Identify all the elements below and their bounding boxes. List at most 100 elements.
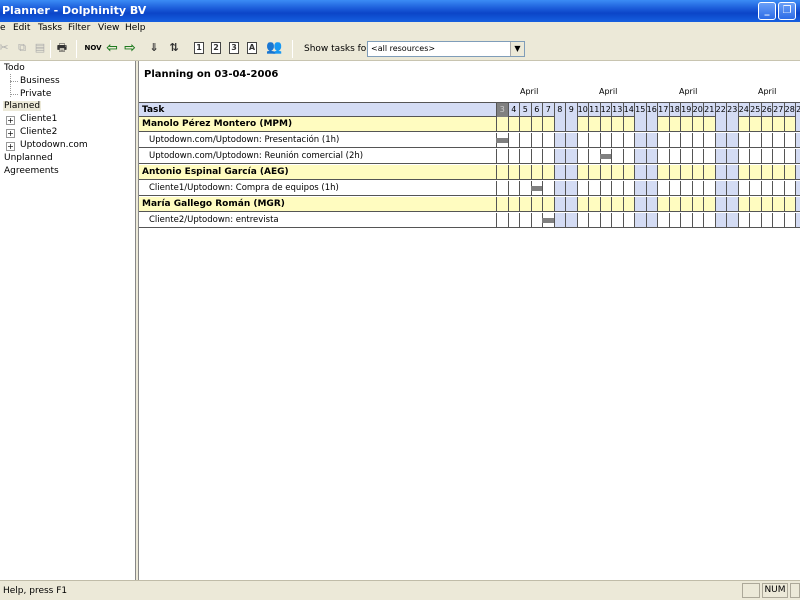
day-cell[interactable] (772, 133, 784, 147)
resource-select[interactable]: <all resources> ▼ (367, 41, 525, 57)
day-cell[interactable] (553, 149, 565, 163)
day-cell[interactable] (530, 213, 543, 227)
day-cell[interactable] (634, 117, 646, 131)
day-cell[interactable] (680, 197, 692, 211)
day-cell[interactable] (668, 181, 681, 195)
day-cell[interactable] (691, 181, 704, 195)
day-cell[interactable] (726, 181, 738, 195)
day-cell[interactable] (714, 197, 726, 211)
day-cell[interactable] (496, 197, 508, 211)
new-button[interactable]: NOV (84, 40, 102, 56)
day-cell[interactable] (611, 213, 623, 227)
day-cell[interactable] (783, 149, 796, 163)
day-cell[interactable] (634, 133, 646, 147)
task-bar[interactable] (496, 138, 508, 143)
day-cell[interactable] (691, 197, 704, 211)
day-cell[interactable] (542, 133, 554, 147)
day-cell[interactable] (611, 181, 623, 195)
day-cell[interactable] (772, 181, 784, 195)
day-cell[interactable] (565, 165, 577, 179)
day-cell[interactable] (611, 149, 623, 163)
day-cell[interactable] (795, 197, 800, 211)
day-cell[interactable] (576, 197, 589, 211)
day-cell[interactable] (749, 133, 761, 147)
day-cell[interactable] (542, 181, 554, 195)
day-cell[interactable] (703, 197, 715, 211)
day-cell[interactable] (634, 165, 646, 179)
day-cell[interactable] (588, 213, 600, 227)
task-bar[interactable] (599, 154, 611, 159)
day-cell[interactable] (737, 181, 750, 195)
tree-item-todo[interactable]: Todo (4, 63, 25, 73)
day-cell[interactable] (530, 117, 543, 131)
day-cell[interactable] (634, 213, 646, 227)
day-cell[interactable] (622, 165, 635, 179)
day-cell[interactable] (553, 133, 565, 147)
day-cell[interactable] (795, 165, 800, 179)
day-cell[interactable] (737, 133, 750, 147)
day-cell[interactable] (553, 213, 565, 227)
day-cell[interactable] (760, 181, 773, 195)
chevron-down-icon[interactable]: ▼ (510, 42, 524, 56)
day-cell[interactable] (542, 149, 554, 163)
resource-row[interactable]: Manolo Pérez Montero (MPM) (139, 117, 800, 132)
day-cell[interactable] (772, 117, 784, 131)
day-cell[interactable] (530, 149, 543, 163)
day-cell[interactable] (507, 165, 520, 179)
day-cell[interactable] (680, 133, 692, 147)
day-cell[interactable] (542, 117, 554, 131)
day-cell[interactable] (749, 149, 761, 163)
day-cell[interactable] (703, 149, 715, 163)
day-cell[interactable] (634, 149, 646, 163)
arrow-right-icon[interactable]: ⇨ (122, 40, 138, 56)
people-icon[interactable]: 👥 (266, 40, 282, 56)
day-cell[interactable] (668, 133, 681, 147)
day-cell[interactable] (599, 165, 612, 179)
day-cell[interactable] (530, 133, 543, 147)
day-cell[interactable] (668, 213, 681, 227)
day-cell[interactable] (680, 149, 692, 163)
day-cell[interactable] (657, 197, 669, 211)
sort-updown-icon[interactable]: ⇅ (166, 40, 182, 56)
day-cell[interactable] (519, 181, 531, 195)
day-cell[interactable] (726, 197, 738, 211)
day-cell[interactable] (565, 181, 577, 195)
day-cell[interactable] (507, 213, 520, 227)
expand-icon[interactable]: + (6, 142, 15, 151)
day-cell[interactable] (680, 165, 692, 179)
expand-icon[interactable]: + (6, 116, 15, 125)
day-cell[interactable] (691, 213, 704, 227)
day-cell[interactable] (714, 165, 726, 179)
day-cell[interactable] (553, 197, 565, 211)
day-cell[interactable] (726, 149, 738, 163)
day-cell[interactable] (645, 197, 657, 211)
day-cell[interactable] (553, 117, 565, 131)
day-cell[interactable] (703, 181, 715, 195)
day-cell[interactable] (519, 213, 531, 227)
day-cell[interactable] (703, 117, 715, 131)
menu-help[interactable]: Help (125, 23, 146, 33)
day-cell[interactable] (599, 213, 612, 227)
day-cell[interactable] (772, 149, 784, 163)
maximize-button[interactable]: ❐ (778, 2, 796, 20)
day-cell[interactable] (553, 181, 565, 195)
sort-down-icon[interactable]: ⇓ (146, 40, 162, 56)
day-cell[interactable] (599, 197, 612, 211)
day-cell[interactable] (783, 165, 796, 179)
day-cell[interactable] (634, 197, 646, 211)
day-cell[interactable] (783, 133, 796, 147)
print-icon[interactable]: 🖶 (54, 40, 70, 56)
tree-item-uptodown[interactable]: Uptodown.com (20, 140, 88, 150)
day-cell[interactable] (645, 181, 657, 195)
day-cell[interactable] (703, 165, 715, 179)
day-cell[interactable] (749, 197, 761, 211)
day-cell[interactable] (588, 149, 600, 163)
day-cell[interactable] (576, 165, 589, 179)
day-cell[interactable] (507, 117, 520, 131)
day-cell[interactable] (622, 117, 635, 131)
menu-view[interactable]: View (98, 23, 119, 33)
task-header-row[interactable]: Task 3 4 5 6 7 8 9 10 11 12 13 14 15 16 17 18 19 20 21 22 23 2… (139, 102, 800, 117)
day-cell[interactable] (737, 213, 750, 227)
day-cell[interactable] (783, 197, 796, 211)
day-cell[interactable] (622, 149, 635, 163)
